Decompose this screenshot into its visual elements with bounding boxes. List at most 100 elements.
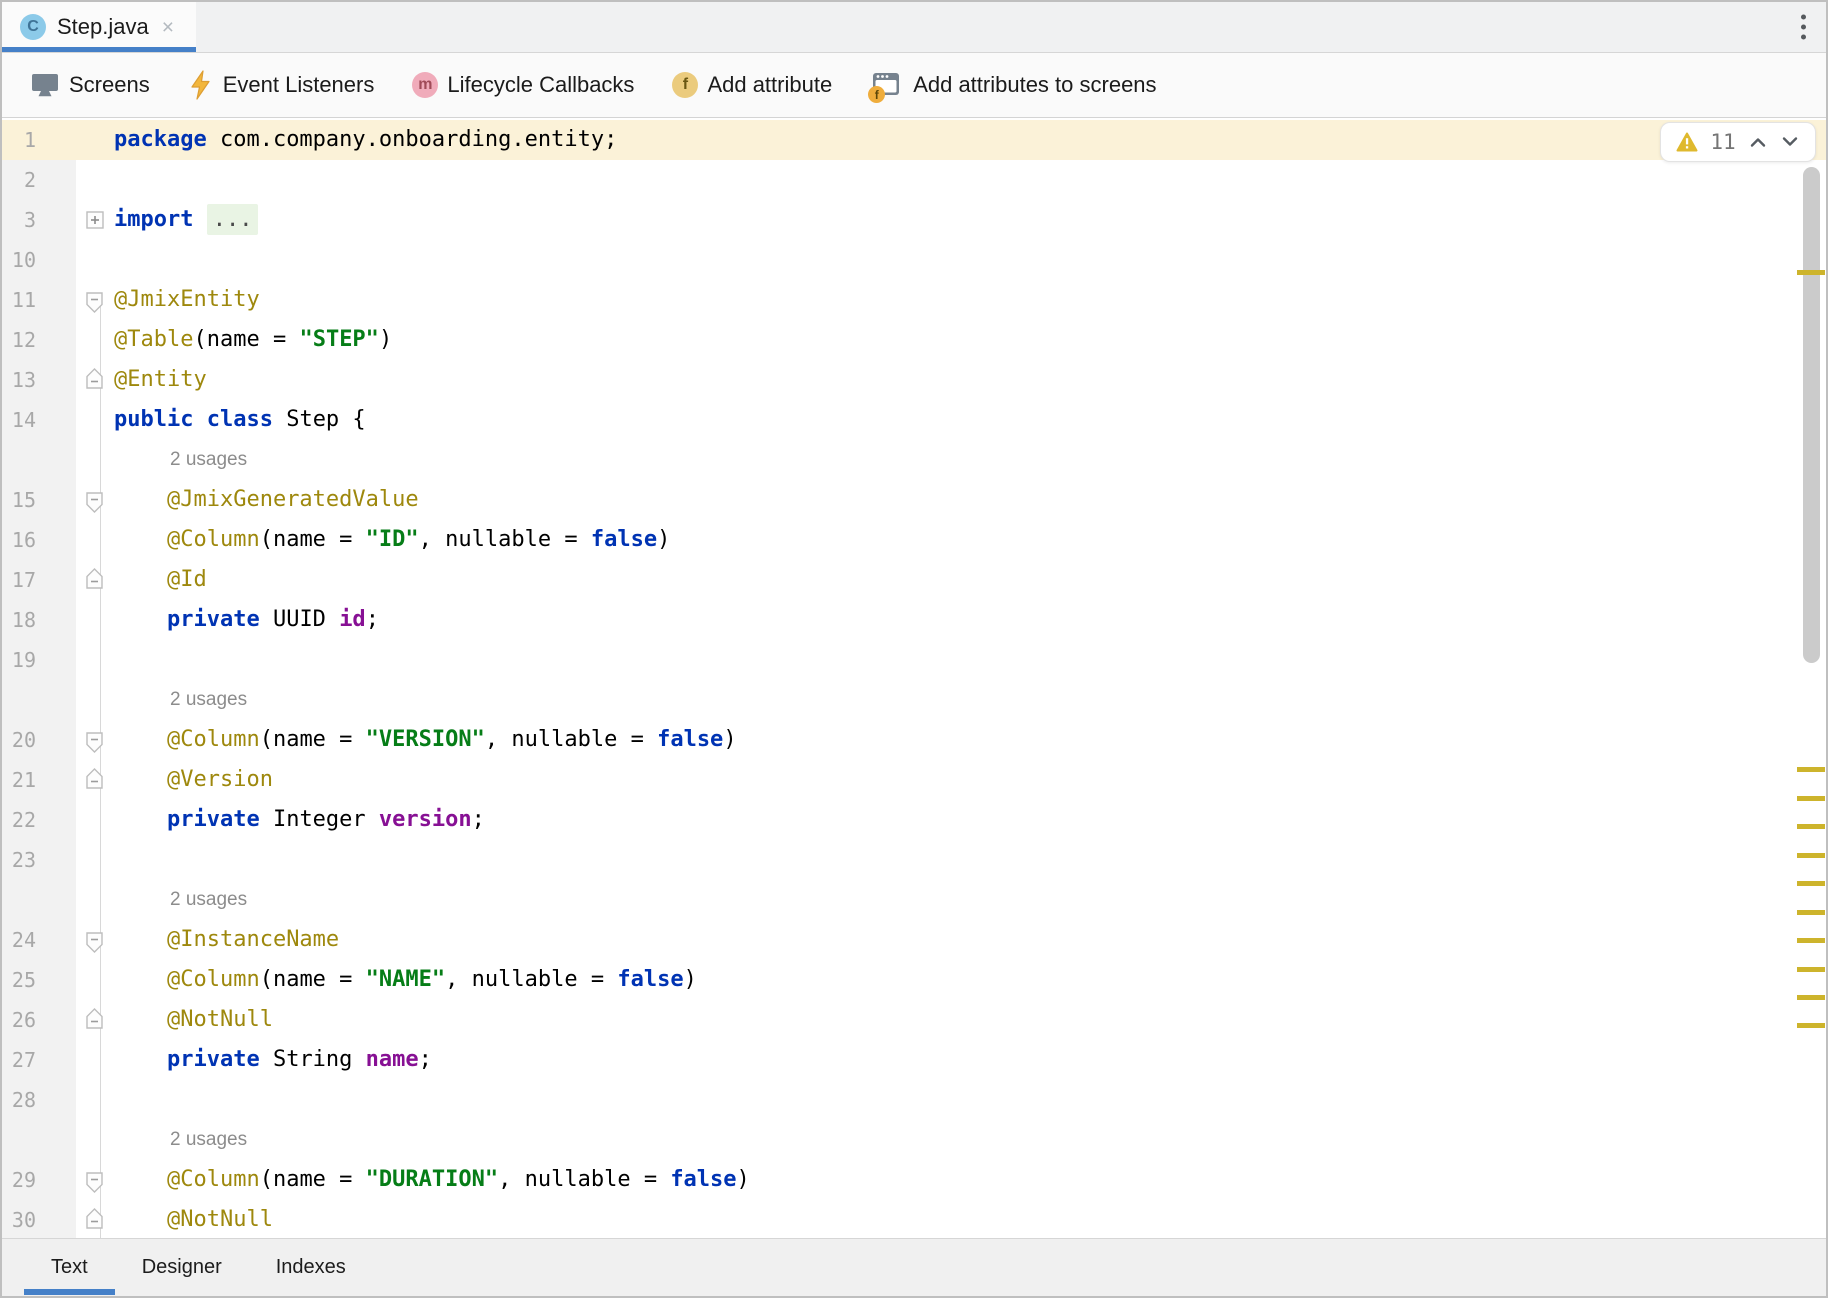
- toolbar-item-lifecycle-callbacks[interactable]: mLifecycle Callbacks: [412, 72, 634, 98]
- close-icon[interactable]: ×: [160, 15, 176, 40]
- code-line[interactable]: 25 @Column(name = "NAME", nullable = fal…: [2, 960, 1826, 1000]
- fold-gutter: [76, 1040, 114, 1080]
- code-line[interactable]: 16 @Column(name = "ID", nullable = false…: [2, 520, 1826, 560]
- warning-stripe-mark[interactable]: [1797, 967, 1825, 972]
- warning-stripe-mark[interactable]: [1797, 824, 1825, 829]
- code-line[interactable]: 28: [2, 1080, 1826, 1120]
- code-line[interactable]: 3import ...: [2, 200, 1826, 240]
- warning-triangle-icon[interactable]: [1676, 132, 1698, 152]
- code-line[interactable]: 11@JmixEntity: [2, 280, 1826, 320]
- code-text[interactable]: @NotNull: [114, 1200, 1826, 1238]
- editor-mode-tab-designer[interactable]: Designer: [115, 1239, 249, 1296]
- code-line[interactable]: 20 @Column(name = "VERSION", nullable = …: [2, 720, 1826, 760]
- warning-stripe-mark[interactable]: [1797, 1023, 1825, 1028]
- fold-region-start-icon[interactable]: [86, 732, 103, 753]
- warning-stripe-mark[interactable]: [1797, 938, 1825, 943]
- code-text[interactable]: @Version: [114, 760, 1826, 800]
- code-text[interactable]: package com.company.onboarding.entity;: [114, 120, 1826, 160]
- fold-gutter: [76, 160, 114, 200]
- toolbar-item-event-listeners[interactable]: Event Listeners: [188, 70, 375, 100]
- fold-region-end-icon[interactable]: [86, 368, 103, 389]
- usages-hint-row[interactable]: 2 usages: [2, 1120, 1826, 1160]
- code-text[interactable]: [114, 640, 1826, 680]
- code-line[interactable]: 15 @JmixGeneratedValue: [2, 480, 1826, 520]
- code-line[interactable]: 22 private Integer version;: [2, 800, 1826, 840]
- code-text[interactable]: @InstanceName: [114, 920, 1826, 960]
- fold-region-end-icon[interactable]: [86, 568, 103, 589]
- code-text[interactable]: @Column(name = "DURATION", nullable = fa…: [114, 1160, 1826, 1200]
- code-text[interactable]: public class Step {: [114, 400, 1826, 440]
- next-problem-chevron-down-icon[interactable]: [1780, 135, 1800, 149]
- tab-step-java[interactable]: C Step.java ×: [2, 2, 196, 52]
- usages-inlay-hint[interactable]: 2 usages: [114, 1120, 247, 1160]
- code-text[interactable]: @Table(name = "STEP"): [114, 320, 1826, 360]
- toolbar-item-add-attributes-to-screens[interactable]: fAdd attributes to screens: [870, 70, 1156, 100]
- warning-stripe-mark[interactable]: [1797, 767, 1825, 772]
- code-line[interactable]: 21 @Version: [2, 760, 1826, 800]
- fold-region-start-icon[interactable]: [86, 1172, 103, 1193]
- code-text[interactable]: [114, 1080, 1826, 1120]
- warning-stripe-mark[interactable]: [1797, 995, 1825, 1000]
- code-line[interactable]: 12@Table(name = "STEP"): [2, 320, 1826, 360]
- fold-region-start-icon[interactable]: [86, 492, 103, 513]
- code-line[interactable]: 14public class Step {: [2, 400, 1826, 440]
- code-text[interactable]: private Integer version;: [114, 800, 1826, 840]
- code-line[interactable]: 27 private String name;: [2, 1040, 1826, 1080]
- code-line[interactable]: 1package com.company.onboarding.entity;: [2, 120, 1826, 160]
- fold-region-start-icon[interactable]: [86, 932, 103, 953]
- previous-problem-chevron-up-icon[interactable]: [1748, 135, 1768, 149]
- code-line[interactable]: 2: [2, 160, 1826, 200]
- code-text[interactable]: [114, 840, 1826, 880]
- code-line[interactable]: 13@Entity: [2, 360, 1826, 400]
- toolbar-item-screens[interactable]: Screens: [30, 71, 150, 99]
- usages-hint-row[interactable]: 2 usages: [2, 680, 1826, 720]
- warning-stripe-mark[interactable]: [1797, 881, 1825, 886]
- code-line[interactable]: 19: [2, 640, 1826, 680]
- code-text[interactable]: @Entity: [114, 360, 1826, 400]
- code-text[interactable]: @Column(name = "VERSION", nullable = fal…: [114, 720, 1826, 760]
- code-text[interactable]: private String name;: [114, 1040, 1826, 1080]
- code-line[interactable]: 30 @NotNull: [2, 1200, 1826, 1238]
- fold-region-end-icon[interactable]: [86, 1208, 103, 1229]
- code-text[interactable]: @JmixEntity: [114, 280, 1826, 320]
- scrollbar-thumb[interactable]: [1803, 167, 1820, 663]
- usages-hint-row[interactable]: 2 usages: [2, 880, 1826, 920]
- fold-gutter: [76, 840, 114, 880]
- warning-stripe-mark[interactable]: [1797, 910, 1825, 915]
- code-text[interactable]: @NotNull: [114, 1000, 1826, 1040]
- code-text[interactable]: @Id: [114, 560, 1826, 600]
- toolbar-item-add-attribute[interactable]: fAdd attribute: [672, 72, 832, 98]
- code-text[interactable]: @JmixGeneratedValue: [114, 480, 1826, 520]
- code-line[interactable]: 26 @NotNull: [2, 1000, 1826, 1040]
- warning-stripe-mark[interactable]: [1797, 853, 1825, 858]
- code-line[interactable]: 18 private UUID id;: [2, 600, 1826, 640]
- code-editor[interactable]: 1package com.company.onboarding.entity;2…: [2, 118, 1826, 1238]
- editor-mode-tab-indexes[interactable]: Indexes: [249, 1239, 373, 1296]
- usages-hint-row[interactable]: 2 usages: [2, 440, 1826, 480]
- code-line[interactable]: 29 @Column(name = "DURATION", nullable =…: [2, 1160, 1826, 1200]
- line-number: 2: [2, 160, 76, 200]
- usages-inlay-hint[interactable]: 2 usages: [114, 880, 247, 920]
- fold-gutter: [76, 120, 114, 160]
- fold-region-end-icon[interactable]: [86, 768, 103, 789]
- code-line[interactable]: 10: [2, 240, 1826, 280]
- code-text[interactable]: import ...: [114, 200, 1826, 240]
- warning-stripe-mark[interactable]: [1797, 796, 1825, 801]
- code-line[interactable]: 23: [2, 840, 1826, 880]
- usages-inlay-hint[interactable]: 2 usages: [114, 440, 247, 480]
- code-text[interactable]: private UUID id;: [114, 600, 1826, 640]
- code-line[interactable]: 17 @Id: [2, 560, 1826, 600]
- usages-inlay-hint[interactable]: 2 usages: [114, 680, 247, 720]
- fold-expand-icon[interactable]: [86, 211, 104, 229]
- code-text[interactable]: @Column(name = "NAME", nullable = false): [114, 960, 1826, 1000]
- code-text[interactable]: @Column(name = "ID", nullable = false): [114, 520, 1826, 560]
- code-line[interactable]: 24 @InstanceName: [2, 920, 1826, 960]
- editor-mode-tab-text[interactable]: Text: [24, 1239, 115, 1296]
- fold-region-end-icon[interactable]: [86, 1008, 103, 1029]
- warning-stripe-mark[interactable]: [1797, 270, 1825, 275]
- fold-region-start-icon[interactable]: [86, 292, 103, 313]
- code-text[interactable]: [114, 240, 1826, 280]
- more-options-kebab-icon[interactable]: [1795, 11, 1812, 44]
- fold-gutter: [76, 440, 114, 480]
- code-text[interactable]: [114, 160, 1826, 200]
